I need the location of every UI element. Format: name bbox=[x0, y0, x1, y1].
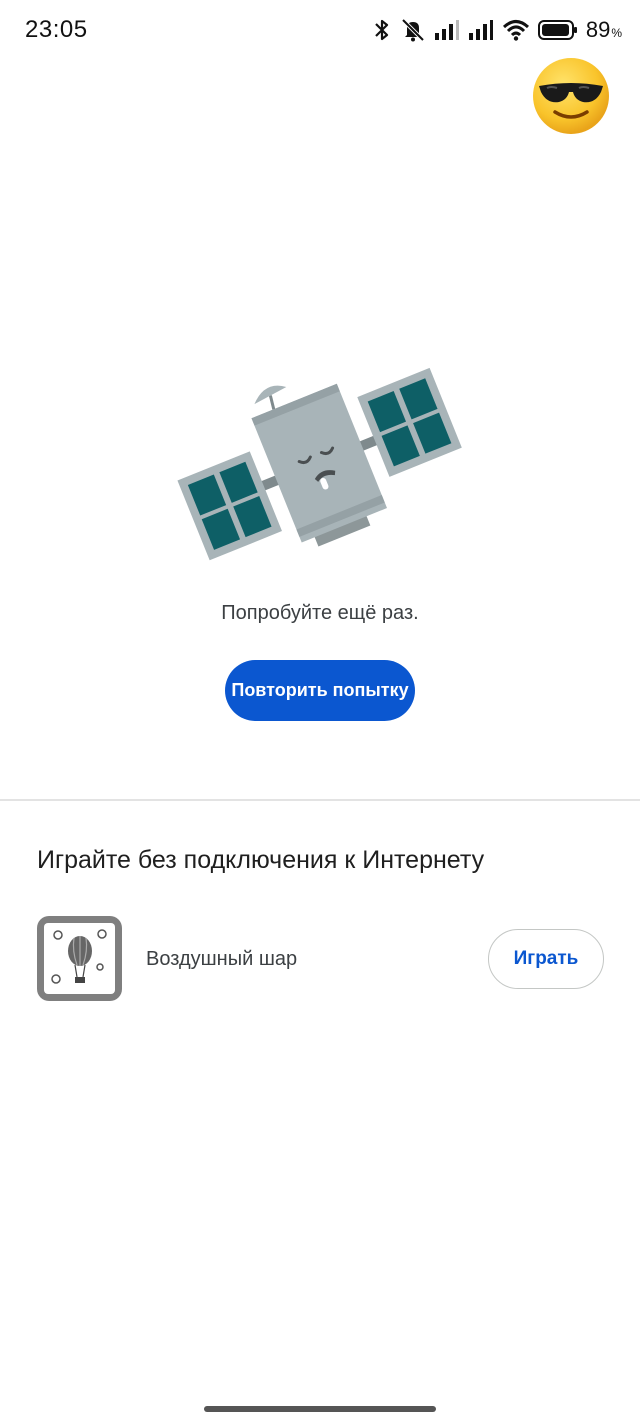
error-message: Попробуйте ещё раз. bbox=[221, 602, 419, 624]
hot-air-balloon-icon[interactable] bbox=[37, 916, 122, 1001]
sunglasses-emoji-icon[interactable] bbox=[531, 56, 611, 136]
home-indicator[interactable] bbox=[204, 1406, 436, 1412]
offline-games-heading: Играйте без подключения к Интернету bbox=[37, 846, 485, 874]
signal-icon-2 bbox=[468, 20, 493, 40]
signal-icon bbox=[434, 20, 459, 40]
battery-icon bbox=[537, 20, 577, 40]
screen: 23:05 89 % Попробуйте ещё раз. Повторить… bbox=[0, 0, 640, 1422]
status-time: 23:05 bbox=[25, 16, 88, 43]
bluetooth-icon bbox=[375, 19, 388, 41]
mute-icon bbox=[401, 18, 425, 42]
divider bbox=[0, 799, 640, 801]
play-button[interactable]: Играть bbox=[488, 929, 604, 989]
sleeping-satellite-icon bbox=[177, 367, 462, 561]
game-title: Воздушный шар bbox=[146, 948, 298, 970]
wifi-icon bbox=[502, 20, 529, 41]
status-icons: 89% bbox=[372, 14, 622, 46]
battery-percent: 89% bbox=[586, 17, 622, 43]
battery-percent-sign: % bbox=[611, 26, 622, 40]
status-bar: 23:05 89 % bbox=[0, 0, 640, 60]
battery-percent-value: 89 bbox=[585, 17, 611, 42]
retry-button[interactable]: Повторить попытку bbox=[225, 660, 415, 721]
game-row: Воздушный шар Играть bbox=[37, 916, 607, 1002]
